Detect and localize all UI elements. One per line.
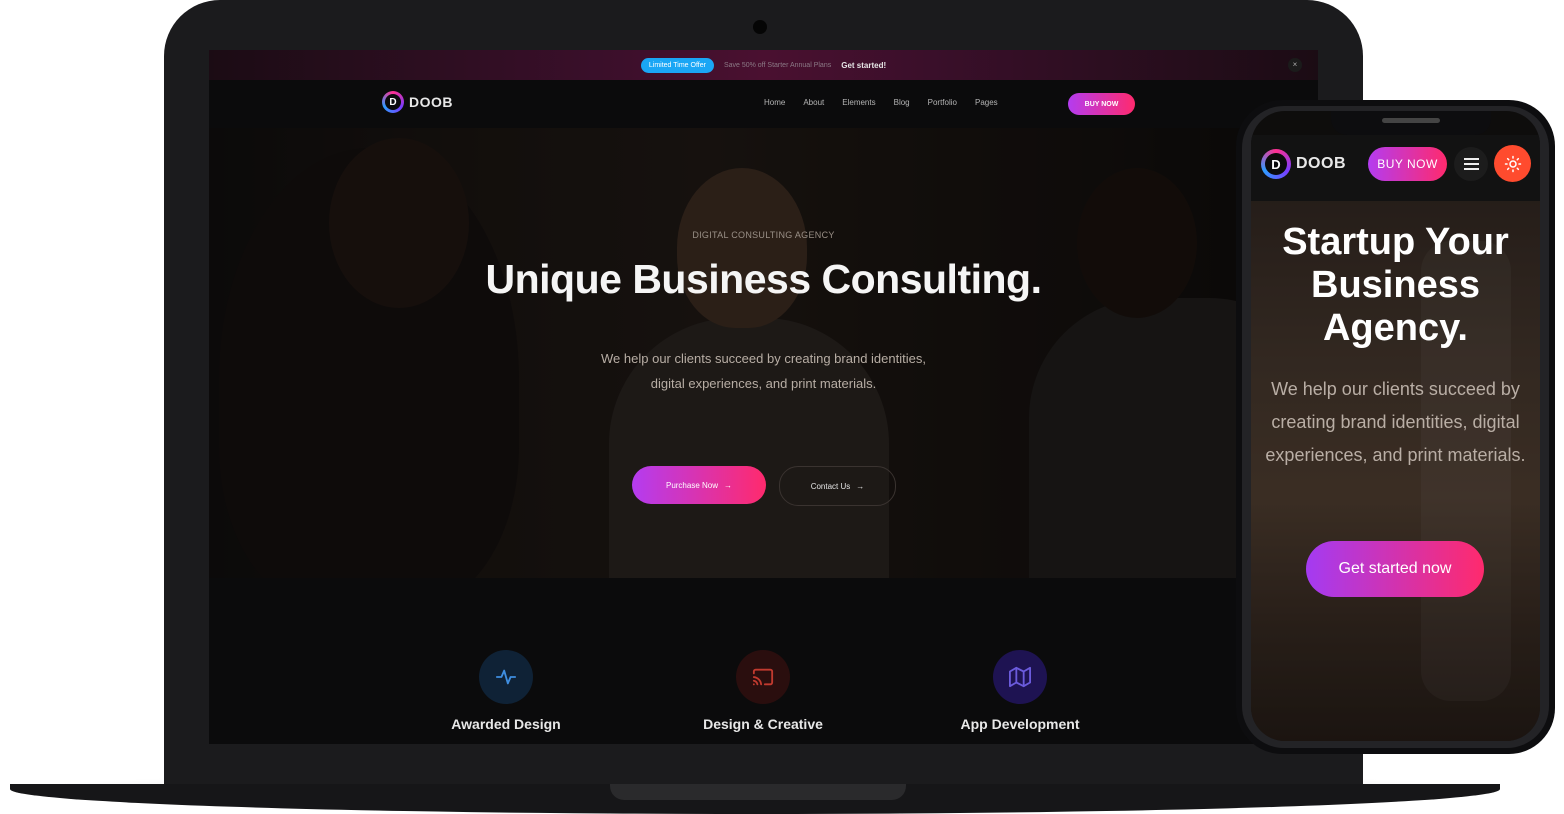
promo-text: Save 50% off Starter Annual Plans	[723, 61, 832, 69]
phone-hero-subtitle: We help our clients succeed by creating …	[1265, 379, 1526, 465]
nav-item-portfolio[interactable]: Portfolio	[928, 98, 957, 107]
service-title: App Development	[960, 716, 1080, 732]
phone-speaker	[1382, 118, 1440, 123]
buy-now-button[interactable]: BUY NOW	[1068, 93, 1135, 115]
nav-item-blog[interactable]: Blog	[894, 98, 910, 107]
phone-hero-title-line-2: Business	[1311, 264, 1480, 306]
purchase-now-button[interactable]: Purchase Now →	[632, 466, 766, 504]
hero-subtitle: We help our clients succeed by creating …	[539, 346, 988, 396]
nav-item-home[interactable]: Home	[764, 98, 785, 107]
service-awarded-design[interactable]: Awarded Design	[406, 650, 606, 732]
phone-hero-title-line-1: Startup Your	[1282, 221, 1509, 263]
logo-mark: D	[382, 91, 404, 113]
hero-subtitle-line-2: digital experiences, and print materials…	[650, 376, 877, 391]
arrow-right-icon: →	[724, 480, 733, 490]
logo-text: DOOB	[1296, 155, 1346, 172]
hamburger-menu-icon[interactable]	[1454, 147, 1488, 181]
laptop-screen: Limited Time Offer Save 50% off Starter …	[209, 50, 1318, 744]
close-icon[interactable]: ×	[1288, 58, 1302, 72]
phone-screen: D DOOB BUY NOW Startup Your Business Age…	[1251, 111, 1540, 741]
logo-mark: D	[1261, 149, 1291, 179]
hero-kicker: DIGITAL CONSULTING AGENCY	[692, 230, 835, 240]
contact-us-button[interactable]: Contact Us →	[779, 466, 896, 506]
sun-icon[interactable]	[1494, 145, 1531, 182]
logo-mark-letter: D	[1265, 153, 1287, 175]
contact-us-label: Contact Us	[810, 481, 851, 491]
promo-badge: Limited Time Offer	[640, 57, 714, 73]
logo[interactable]: D DOOB	[382, 91, 453, 113]
phone-header: D DOOB BUY NOW	[1251, 135, 1540, 202]
promo-bar: Limited Time Offer Save 50% off Starter …	[209, 50, 1318, 80]
service-title: Design & Creative	[703, 716, 823, 732]
hero-subtitle-line-1: We help our clients succeed by creating …	[601, 351, 926, 366]
hero-title: Unique Business Consulting.	[485, 256, 1042, 302]
hero-section: DIGITAL CONSULTING AGENCY Unique Busines…	[209, 128, 1318, 578]
nav-links: Home About Elements Blog Portfolio Pages	[764, 98, 998, 107]
nav-item-about[interactable]: About	[803, 98, 824, 107]
phone-hero-title: Startup Your Business Agency.	[1251, 221, 1540, 350]
activity-icon	[479, 650, 533, 704]
service-title: Awarded Design	[451, 716, 561, 732]
phone-logo[interactable]: D DOOB	[1261, 149, 1346, 179]
map-icon	[993, 650, 1047, 704]
main-nav: D DOOB Home About Elements Blog Portfoli…	[209, 80, 1318, 129]
laptop-base-notch	[610, 784, 906, 800]
nav-item-pages[interactable]: Pages	[975, 98, 998, 107]
purchase-now-label: Purchase Now	[665, 480, 719, 490]
promo-link[interactable]: Get started!	[841, 61, 886, 70]
phone-notch	[1331, 111, 1491, 135]
phone-hero-title-line-3: Agency.	[1322, 307, 1468, 349]
nav-item-elements[interactable]: Elements	[842, 98, 875, 107]
phone-buy-now-button[interactable]: BUY NOW	[1368, 147, 1447, 181]
cast-icon	[736, 650, 790, 704]
get-started-now-button[interactable]: Get started now	[1306, 541, 1484, 597]
phone-device: D DOOB BUY NOW Startup Your Business Age…	[1236, 100, 1555, 754]
logo-mark-letter: D	[385, 94, 401, 110]
service-app-development[interactable]: App Development	[920, 650, 1120, 732]
arrow-right-icon: →	[856, 481, 865, 491]
logo-text: DOOB	[409, 94, 453, 110]
services-section: Awarded Design Design & Creative App Dev…	[209, 578, 1318, 744]
hero-content: DIGITAL CONSULTING AGENCY Unique Busines…	[209, 128, 1318, 578]
laptop-camera	[753, 20, 767, 34]
service-design-creative[interactable]: Design & Creative	[663, 650, 863, 732]
